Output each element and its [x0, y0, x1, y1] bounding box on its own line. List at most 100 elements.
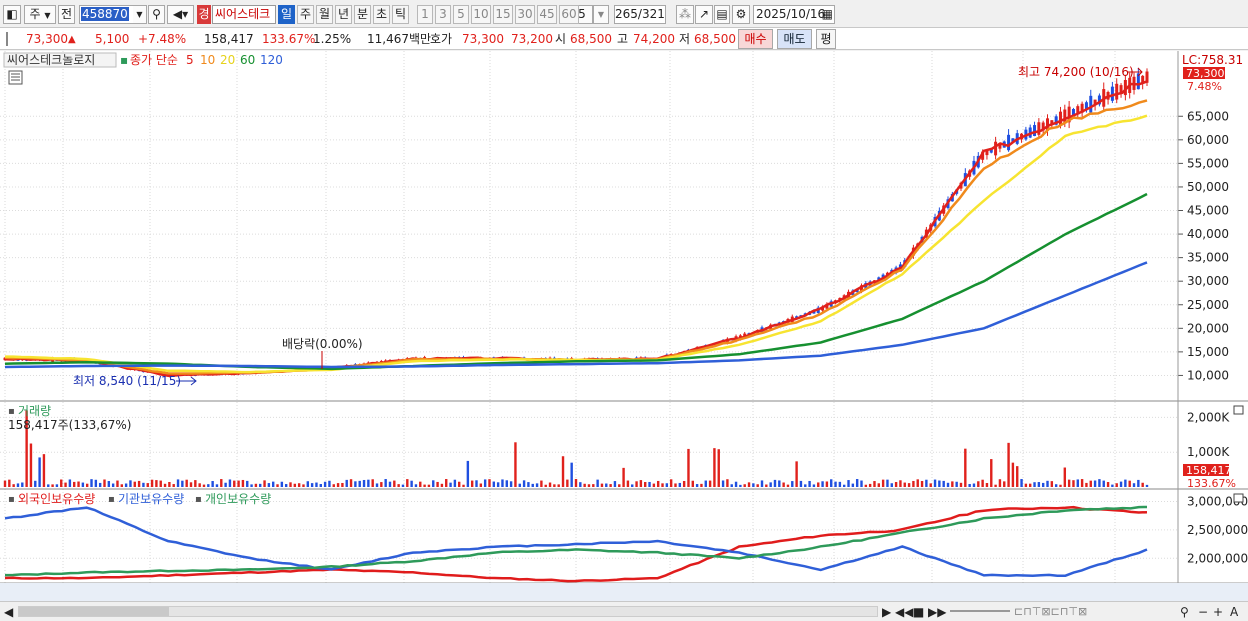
volume-bar — [371, 479, 374, 487]
chart-canvas[interactable]: 2024/091011122025/0102030405060708091010… — [0, 51, 1248, 601]
date-field[interactable]: 2025/10/16 ▦ — [753, 5, 835, 24]
volume-bar — [492, 481, 496, 487]
interval-button-1[interactable]: 3 — [435, 5, 451, 24]
period-tab-1[interactable]: 주 — [297, 5, 314, 24]
volume-bar — [1085, 482, 1088, 487]
stop-icon[interactable]: ■ — [913, 605, 924, 619]
holdings-panel-close-icon[interactable] — [1233, 493, 1244, 503]
scroll-left-icon[interactable]: ◀ — [4, 605, 13, 619]
volume-bar — [315, 482, 318, 487]
period-tab-5[interactable]: 초 — [373, 5, 390, 24]
ma-label-10: 10 — [200, 53, 215, 67]
volume-bar — [1132, 483, 1136, 487]
scrollbar-thumb[interactable] — [19, 607, 169, 616]
period-tab-0[interactable]: 일 — [278, 5, 295, 24]
volume-bar — [635, 481, 638, 487]
volume-bar — [241, 479, 245, 487]
search-icon[interactable]: ⚲ — [148, 5, 165, 24]
volume-bar — [812, 484, 816, 487]
period-tab-6[interactable]: 틱 — [392, 5, 409, 24]
volume-bar — [1137, 479, 1140, 487]
prev-button[interactable]: 전 — [58, 5, 75, 24]
rewind-icon[interactable]: ◀◀ — [895, 605, 913, 619]
interval-button-0[interactable]: 1 — [417, 5, 433, 24]
price-y-tick-label: 20,000 — [1187, 321, 1229, 335]
stock-code-input[interactable]: 458870 — [79, 5, 137, 24]
volume-bar — [436, 481, 439, 487]
scroll-right-icon[interactable]: ▶ — [882, 605, 891, 619]
gear-icon[interactable]: ⚙ — [732, 5, 750, 24]
interval-button-7[interactable]: 60 — [559, 5, 579, 24]
volume-bars — [3, 410, 1149, 487]
volume-bar — [380, 482, 383, 487]
interval-button-3[interactable]: 10 — [471, 5, 491, 24]
volume-bar — [345, 479, 348, 487]
zoom-in-icon[interactable]: + — [1213, 605, 1223, 619]
scrollbar-track[interactable] — [18, 606, 878, 617]
avg-button[interactable]: 평 — [816, 29, 836, 49]
volume-bar — [834, 481, 837, 487]
volume-bar — [341, 482, 344, 487]
drawing-tools-icon[interactable]: ⊏⊓⊤⊠⊏⊓⊤⊠ — [1014, 605, 1087, 619]
volume-bar — [864, 484, 868, 487]
volume-bar — [3, 480, 7, 487]
save-icon[interactable]: ▤ — [714, 5, 730, 24]
volume-bar — [574, 479, 578, 487]
volume-bar — [678, 482, 682, 487]
volume-bar — [596, 479, 599, 487]
volume-bar — [886, 479, 889, 487]
stock-name[interactable]: 씨어스테크 — [212, 5, 276, 24]
buy-button[interactable]: 매수 — [738, 29, 773, 49]
speaker-icon[interactable]: ◀▾ — [167, 5, 194, 24]
volume-title: 거래량 — [18, 404, 51, 418]
period-tab-4[interactable]: 분 — [354, 5, 371, 24]
fast-forward-icon[interactable]: ▶▶ — [928, 605, 946, 619]
zoom-icon[interactable]: ⚲ — [1180, 605, 1189, 619]
volume-bar — [873, 481, 876, 487]
link-icon[interactable]: ⁂ — [676, 5, 694, 24]
sell-button[interactable]: 매도 — [777, 29, 812, 49]
interval-dropdown-icon[interactable]: ▼ — [593, 5, 609, 24]
font-size-icon[interactable]: A — [1230, 605, 1238, 619]
volume-bar — [384, 479, 387, 487]
draw-tool-icon[interactable]: ↗ — [695, 5, 713, 24]
volume-bar — [1037, 482, 1041, 487]
interval-button-2[interactable]: 5 — [453, 5, 469, 24]
volume-bar — [29, 443, 33, 487]
volume-bar — [111, 483, 115, 487]
volume-bar — [488, 479, 491, 487]
volume-panel-close-icon[interactable] — [1233, 405, 1244, 415]
volume-bar — [302, 484, 305, 487]
interval-button-4[interactable]: 15 — [493, 5, 513, 24]
holdings-y-tick-label: 2,000,000 — [1187, 551, 1248, 565]
volume-bar — [215, 484, 219, 487]
quote-bar: 73,300 ▲ 5,100 +7.48% 158,417 133.67% 1.… — [0, 28, 1248, 50]
type-dropdown[interactable]: 주 ▼ — [24, 5, 56, 24]
volume-bar — [21, 482, 24, 487]
volume-bar — [419, 481, 422, 487]
type-label: 주 — [29, 7, 41, 21]
code-dropdown-icon[interactable]: ▼ — [133, 5, 147, 24]
volume-bar — [51, 484, 54, 487]
stock-badge: 경 — [197, 5, 211, 24]
period-tab-2[interactable]: 월 — [316, 5, 333, 24]
zoom-out-icon[interactable]: − — [1198, 605, 1208, 619]
calendar-icon[interactable]: ▦ — [822, 6, 833, 23]
period-tab-3[interactable]: 년 — [335, 5, 352, 24]
volume-bar — [98, 482, 102, 487]
volume-bar — [1041, 482, 1045, 487]
volume-bar — [1054, 484, 1058, 487]
volume-bar — [981, 479, 984, 487]
volume-bar — [483, 479, 487, 487]
volume-bar — [847, 480, 850, 487]
interval-button-6[interactable]: 45 — [537, 5, 557, 24]
volume-bar — [1024, 483, 1028, 487]
volume-bar — [609, 484, 612, 487]
count-field[interactable]: 265/321 — [614, 5, 666, 24]
chart-menu-icon[interactable]: ◧ — [3, 5, 21, 24]
zoom-slider[interactable] — [950, 610, 1010, 612]
volume-bar — [423, 484, 426, 487]
interval-button-5[interactable]: 30 — [515, 5, 535, 24]
volume-bar — [163, 483, 167, 487]
volume-bar — [1141, 482, 1144, 487]
